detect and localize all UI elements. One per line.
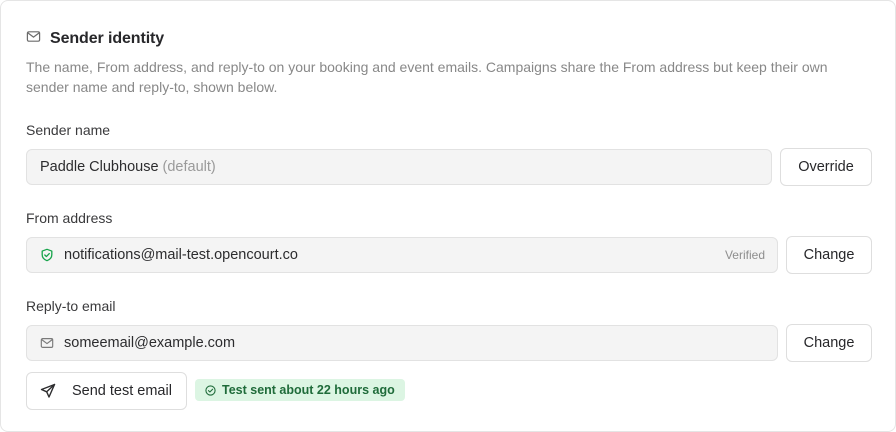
reply-to-value: someemail@example.com bbox=[64, 335, 236, 351]
test-sent-badge: Test sent about 22 hours ago bbox=[195, 379, 405, 401]
override-button[interactable]: Override bbox=[780, 148, 872, 186]
sender-name-default-tag: (default) bbox=[162, 159, 216, 175]
verified-status: Verified bbox=[724, 248, 765, 262]
change-reply-to-button[interactable]: Change bbox=[786, 324, 872, 362]
from-address-field: notifications@mail-test.opencourt.co Ver… bbox=[26, 237, 778, 273]
section-description: The name, From address, and reply-to on … bbox=[26, 59, 828, 95]
send-test-email-button[interactable]: Send test email bbox=[26, 372, 187, 410]
send-icon bbox=[40, 383, 56, 399]
from-address-label: From address bbox=[26, 210, 113, 226]
sender-name-field: Paddle Clubhouse (default) bbox=[26, 149, 772, 185]
section-header: Sender identity bbox=[26, 29, 164, 49]
shield-check-icon bbox=[40, 248, 54, 262]
from-address-value: notifications@mail-test.opencourt.co bbox=[64, 247, 298, 263]
sender-identity-card: Sender identity The name, From address, … bbox=[0, 0, 896, 432]
reply-to-label: Reply-to email bbox=[26, 298, 116, 314]
check-circle-icon bbox=[205, 384, 216, 396]
sender-name-value: Paddle Clubhouse bbox=[40, 159, 159, 175]
send-test-email-label: Send test email bbox=[72, 383, 172, 399]
reply-to-field: someemail@example.com bbox=[26, 325, 778, 361]
sender-name-label: Sender name bbox=[26, 122, 111, 138]
change-from-address-button[interactable]: Change bbox=[786, 236, 872, 274]
test-sent-text: Test sent about 22 hours ago bbox=[222, 383, 395, 397]
section-title: Sender identity bbox=[50, 30, 165, 47]
mail-icon bbox=[40, 336, 54, 350]
mail-icon bbox=[26, 29, 41, 49]
